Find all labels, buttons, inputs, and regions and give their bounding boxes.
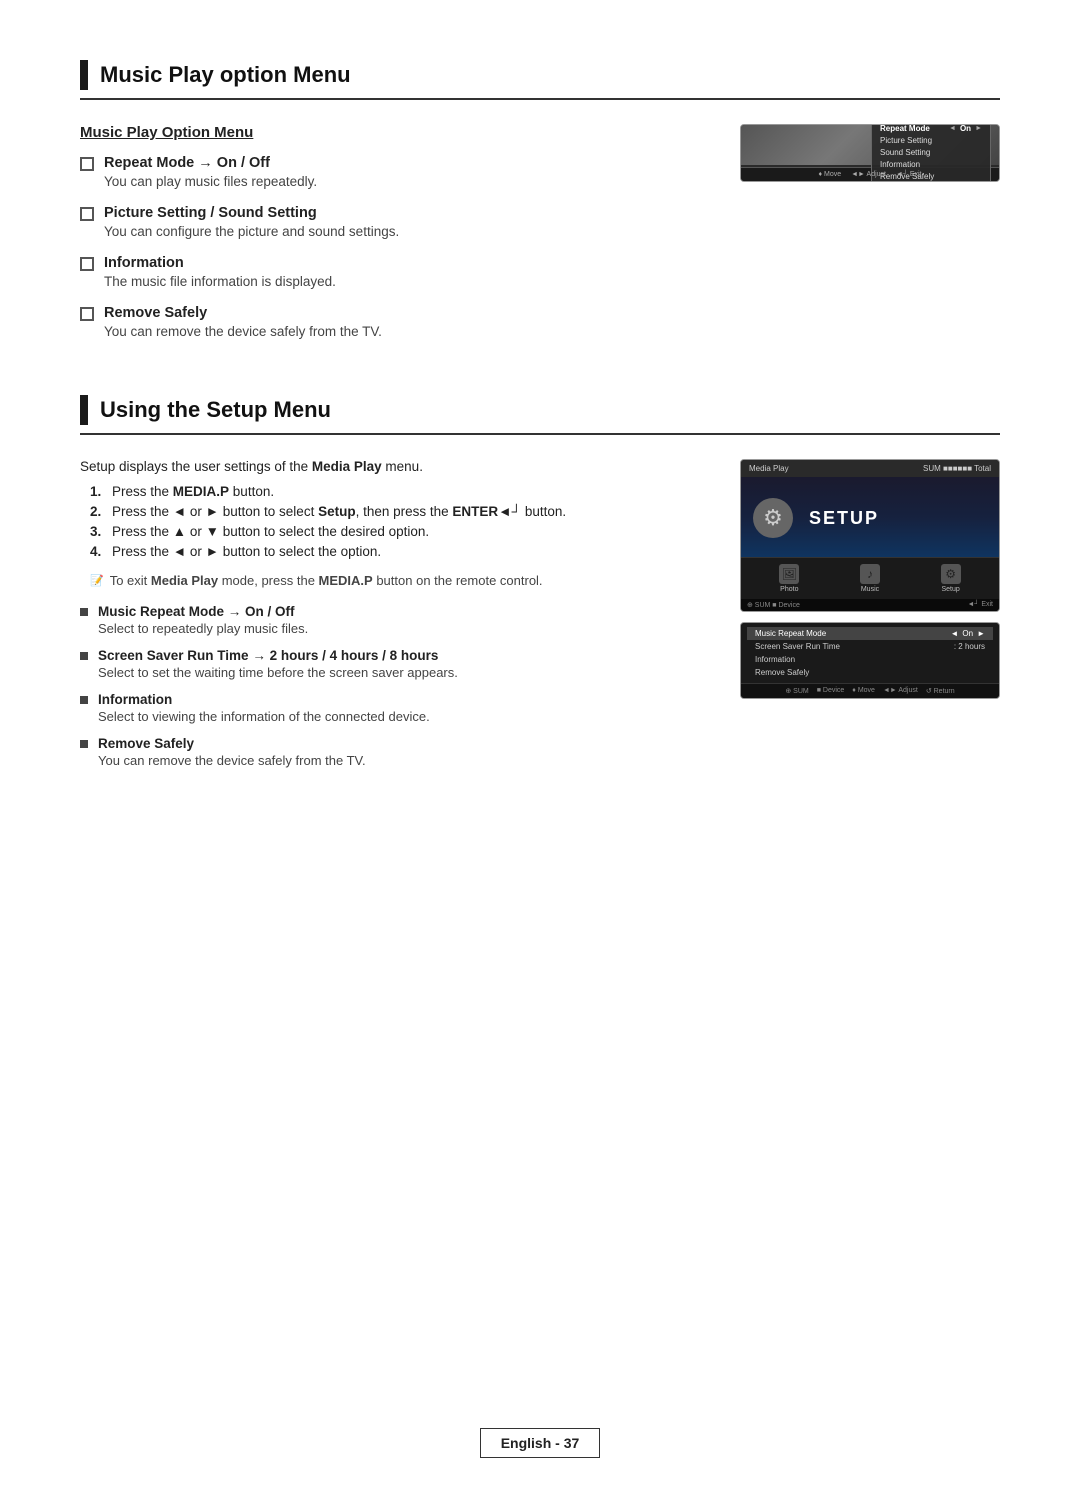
tools-menu-screenshot: Tools Repeat Mode ◄ On ► Picture Se bbox=[740, 124, 1000, 182]
page-number: English - 37 bbox=[480, 1428, 601, 1458]
menu-information: Information bbox=[880, 158, 982, 170]
option-repeat-mode: Repeat Mode → On / Off You can play musi… bbox=[80, 155, 710, 189]
settings-screen-saver: Screen Saver Run Time : 2 hours bbox=[747, 640, 993, 653]
bullet-music-repeat: Music Repeat Mode → On / Off Select to r… bbox=[80, 604, 710, 636]
media-play-header: Media Play SUM ■■■■■■ Total bbox=[741, 460, 999, 477]
step-3: 3. Press the ▲ or ▼ button to select the… bbox=[90, 524, 710, 539]
option-picture-sound: Picture Setting / Sound Setting You can … bbox=[80, 205, 710, 239]
heading-bar-2 bbox=[80, 395, 88, 425]
option-title-3: Information bbox=[104, 255, 336, 271]
checkbox-icon bbox=[80, 157, 94, 171]
media-play-icons: 🖼 Photo ♪ Music ⚙ Setup bbox=[741, 557, 999, 599]
option-desc-2: You can configure the picture and sound … bbox=[104, 224, 399, 239]
option-desc-1: You can play music files repeatedly. bbox=[104, 174, 317, 189]
option-remove-safely: Remove Safely You can remove the device … bbox=[80, 305, 710, 339]
step-2: 2. Press the ◄ or ► button to select Set… bbox=[90, 504, 710, 519]
step-1: 1. Press the MEDIA.P button. bbox=[90, 484, 710, 499]
square-bullet-4 bbox=[80, 740, 88, 748]
section1: Music Play option Menu Music Play Option… bbox=[80, 60, 1000, 355]
media-play-footer: ⊕ SUM ■ Device ◄┘ Exit bbox=[741, 599, 999, 611]
photo-icon-item: 🖼 Photo bbox=[779, 564, 799, 593]
setup-label-icon: Setup bbox=[941, 586, 959, 593]
setup-icon: ⚙ bbox=[941, 564, 961, 584]
option-desc-3: The music file information is displayed. bbox=[104, 274, 336, 289]
bullet-screen-saver: Screen Saver Run Time → 2 hours / 4 hour… bbox=[80, 648, 710, 680]
section1-title: Music Play option Menu bbox=[100, 62, 351, 88]
bullet-desc-4: You can remove the device safely from th… bbox=[98, 753, 366, 768]
menu-picture-setting: Picture Setting bbox=[880, 134, 982, 146]
setup-note: 📝 To exit Media Play mode, press the MED… bbox=[80, 573, 710, 588]
section1-heading: Music Play option Menu bbox=[80, 60, 1000, 100]
section1-subheading: Music Play Option Menu bbox=[80, 124, 710, 141]
menu-repeat-mode: Repeat Mode ◄ On ► bbox=[880, 124, 982, 134]
bullet-information: Information Select to viewing the inform… bbox=[80, 692, 710, 724]
bullet-title-1: Music Repeat Mode → On / Off bbox=[98, 604, 308, 619]
music-icon-item: ♪ Music bbox=[860, 564, 880, 593]
section2-title: Using the Setup Menu bbox=[100, 397, 331, 423]
music-label: Music bbox=[861, 586, 879, 593]
checkbox-icon-4 bbox=[80, 307, 94, 321]
bullet-title-4: Remove Safely bbox=[98, 736, 366, 751]
bullet-desc-2: Select to set the waiting time before th… bbox=[98, 665, 458, 680]
setup-label: SETUP bbox=[809, 508, 879, 529]
settings-footer: ⊕ SUM ■ Device ♦ Move ◄► Adjust ↺ Return bbox=[741, 683, 999, 698]
option-desc-4: You can remove the device safely from th… bbox=[104, 324, 382, 339]
section2-left: Setup displays the user settings of the … bbox=[80, 459, 710, 780]
settings-screenshot: Music Repeat Mode ◄ On ► Screen Saver Ru… bbox=[740, 622, 1000, 699]
setup-intro: Setup displays the user settings of the … bbox=[80, 459, 710, 474]
settings-info: Information bbox=[747, 653, 993, 666]
tools-overlay: Tools Repeat Mode ◄ On ► Picture Se bbox=[871, 124, 991, 182]
option-title-2: Picture Setting / Sound Setting bbox=[104, 205, 399, 221]
bullet-title-3: Information bbox=[98, 692, 430, 707]
section1-body: Music Play Option Menu Repeat Mode → On … bbox=[80, 124, 1000, 355]
option-title-1: Repeat Mode → On / Off bbox=[104, 155, 317, 171]
square-bullet-3 bbox=[80, 696, 88, 704]
settings-remove: Remove Safely bbox=[747, 666, 993, 679]
option-information: Information The music file information i… bbox=[80, 255, 710, 289]
media-play-screenshot: Media Play SUM ■■■■■■ Total ⚙ SETUP 🖼 Ph… bbox=[740, 459, 1000, 612]
music-icon: ♪ bbox=[860, 564, 880, 584]
section2-body: Setup displays the user settings of the … bbox=[80, 459, 1000, 780]
setup-icon-item: ⚙ Setup bbox=[941, 564, 961, 593]
bullet-items: Music Repeat Mode → On / Off Select to r… bbox=[80, 604, 710, 768]
tv-background: Tools Repeat Mode ◄ On ► Picture Se bbox=[741, 125, 999, 165]
gear-icon: ⚙ bbox=[753, 498, 793, 538]
section1-screenshot: Tools Repeat Mode ◄ On ► Picture Se bbox=[740, 124, 1000, 355]
bullet-remove-safely: Remove Safely You can remove the device … bbox=[80, 736, 710, 768]
note-text: To exit Media Play mode, press the MEDIA… bbox=[110, 573, 543, 588]
setup-steps-list: 1. Press the MEDIA.P button. 2. Press th… bbox=[90, 484, 710, 559]
media-play-body: ⚙ SETUP bbox=[741, 477, 999, 557]
menu-sound-setting: Sound Setting bbox=[880, 146, 982, 158]
page-footer: English - 37 bbox=[0, 1428, 1080, 1458]
bullet-desc-1: Select to repeatedly play music files. bbox=[98, 621, 308, 636]
section2-heading: Using the Setup Menu bbox=[80, 395, 1000, 435]
section2: Using the Setup Menu Setup displays the … bbox=[80, 395, 1000, 780]
bullet-desc-3: Select to viewing the information of the… bbox=[98, 709, 430, 724]
checkbox-icon-3 bbox=[80, 257, 94, 271]
heading-bar bbox=[80, 60, 88, 90]
square-bullet-1 bbox=[80, 608, 88, 616]
settings-top: Music Repeat Mode ◄ On ► Screen Saver Ru… bbox=[741, 623, 999, 683]
section2-screenshots: Media Play SUM ■■■■■■ Total ⚙ SETUP 🖼 Ph… bbox=[740, 459, 1000, 780]
bullet-title-2: Screen Saver Run Time → 2 hours / 4 hour… bbox=[98, 648, 458, 663]
media-play-sum: SUM ■■■■■■ Total bbox=[923, 464, 991, 473]
settings-music-repeat: Music Repeat Mode ◄ On ► bbox=[747, 627, 993, 640]
photo-icon: 🖼 bbox=[779, 564, 799, 584]
step-4: 4. Press the ◄ or ► button to select the… bbox=[90, 544, 710, 559]
section1-left: Music Play Option Menu Repeat Mode → On … bbox=[80, 124, 710, 355]
square-bullet-2 bbox=[80, 652, 88, 660]
checkbox-icon-2 bbox=[80, 207, 94, 221]
photo-label: Photo bbox=[780, 586, 798, 593]
option-title-4: Remove Safely bbox=[104, 305, 382, 321]
media-play-label: Media Play bbox=[749, 464, 789, 473]
